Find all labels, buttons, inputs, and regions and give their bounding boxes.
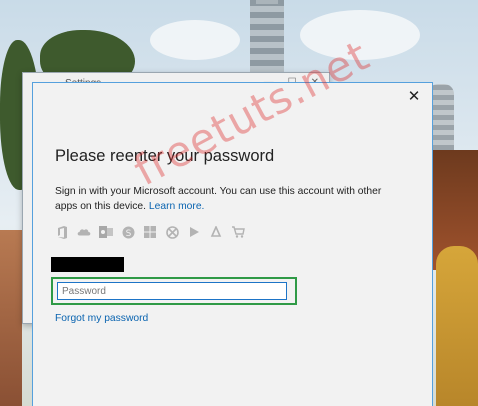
dialog-close-button[interactable]: ✕ xyxy=(406,89,422,105)
svg-text:S: S xyxy=(125,229,131,239)
skype-icon: S xyxy=(121,225,135,239)
cloud xyxy=(300,10,420,60)
tower xyxy=(250,0,284,78)
app-icons-row: S xyxy=(55,225,245,239)
outlook-icon xyxy=(99,225,113,239)
learn-more-link[interactable]: Learn more. xyxy=(149,201,205,212)
dialog-description: Sign in with your Microsoft account. You… xyxy=(55,184,385,214)
windows-icon xyxy=(143,225,157,239)
password-highlight-box xyxy=(51,277,297,305)
temple-wall xyxy=(0,230,22,406)
xbox-icon xyxy=(165,225,179,239)
forgot-password-link[interactable]: Forgot my password xyxy=(55,313,148,324)
description-text: Sign in with your Microsoft account. You… xyxy=(55,186,382,212)
cloud xyxy=(150,20,240,60)
golden-statue xyxy=(436,246,478,406)
office-icon xyxy=(55,225,69,239)
onedrive-icon xyxy=(77,225,91,239)
store-icon xyxy=(231,225,245,239)
redacted-account-name xyxy=(51,257,124,272)
music-icon xyxy=(209,225,223,239)
video-icon xyxy=(187,225,201,239)
dialog-title: Please reenter your password xyxy=(55,147,275,165)
password-input[interactable] xyxy=(57,282,287,300)
password-dialog: ✕ Please reenter your password Sign in w… xyxy=(32,82,433,406)
